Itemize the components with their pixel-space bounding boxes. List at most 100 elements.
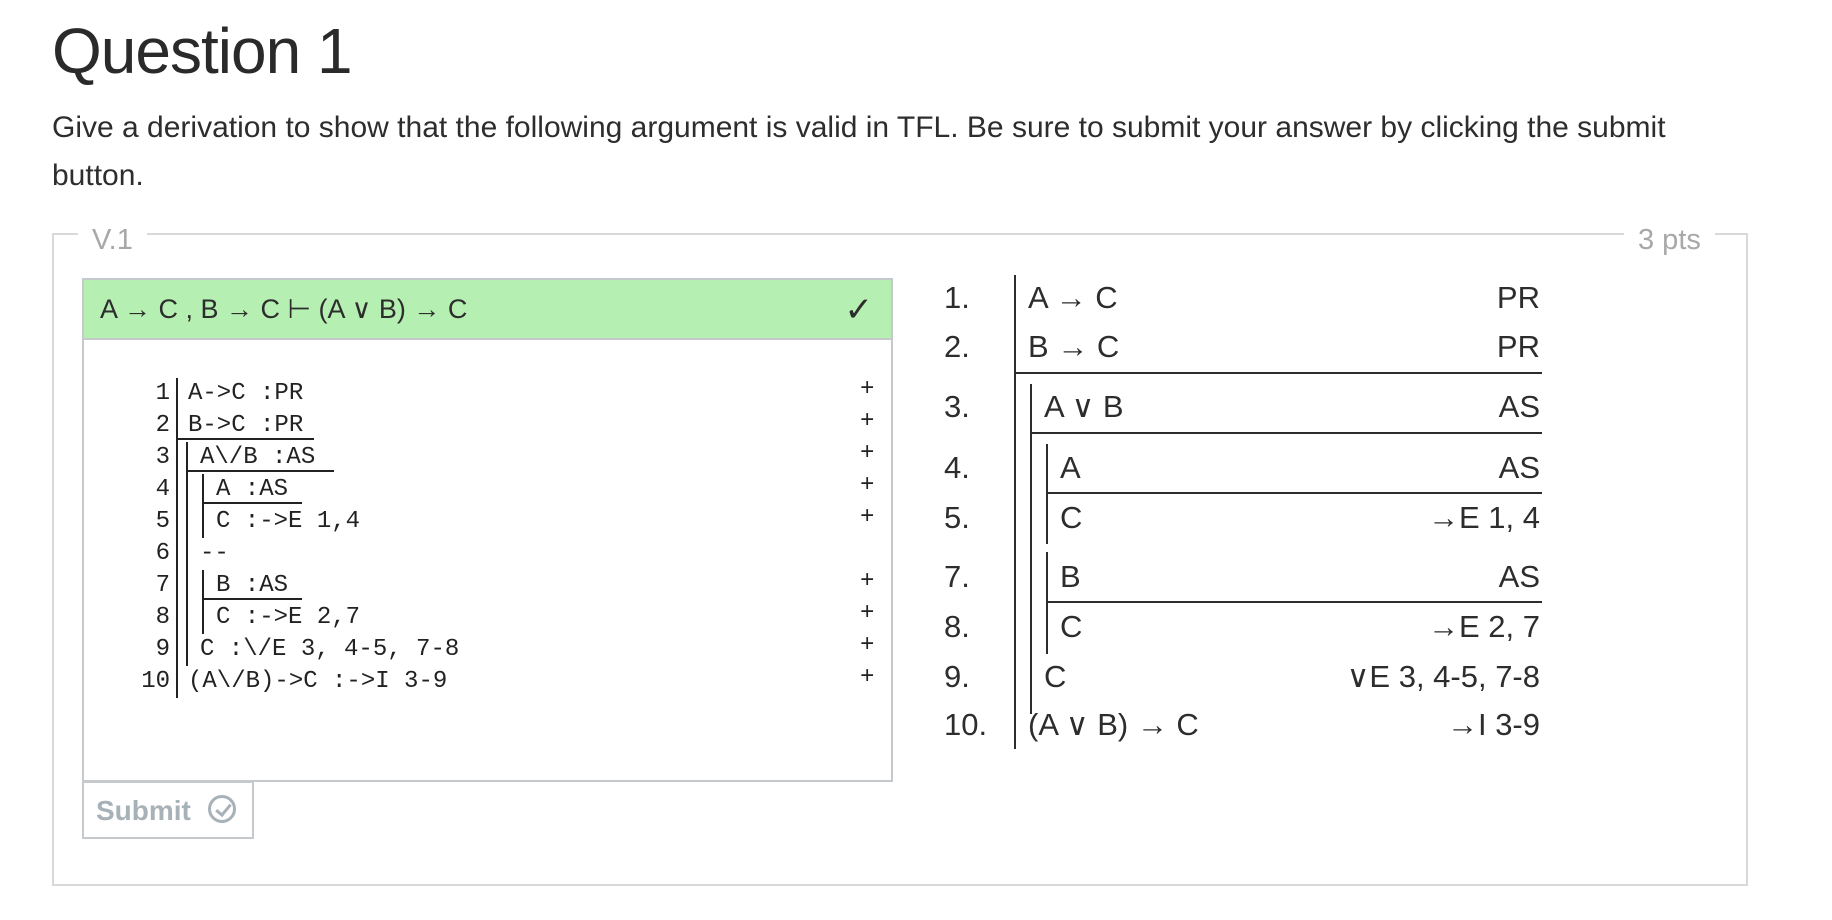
- sequent-header: A → C , B → C ⊢ (A ∨ B) → C ✓: [84, 280, 891, 340]
- row-justification: PR: [1496, 329, 1540, 364]
- line-text[interactable]: (A\/B)->C :->I 3-9: [188, 668, 447, 695]
- line-text[interactable]: --: [200, 540, 229, 567]
- proof-line[interactable]: 3 A\/B :AS: [30, 442, 730, 474]
- proof-line[interactable]: 4 A :AS: [30, 474, 730, 506]
- proof-line[interactable]: 2 B->C :PR: [30, 410, 730, 442]
- row-justification: →I 3-9: [1446, 707, 1540, 742]
- proof-line[interactable]: 5 C :->E 1,4: [30, 506, 730, 538]
- line-number: 9: [155, 636, 170, 663]
- line-text[interactable]: B :AS: [216, 572, 288, 599]
- add-line-button[interactable]: +: [860, 440, 874, 467]
- proof-line[interactable]: 6 --: [30, 538, 730, 570]
- scope-bar: [176, 378, 178, 410]
- assumption-line: [1046, 601, 1542, 603]
- add-line-button[interactable]: +: [860, 408, 874, 435]
- proof-line[interactable]: 8 C :->E 2,7: [30, 602, 730, 634]
- assumption-underline: [204, 598, 302, 600]
- scope-bar: [176, 602, 178, 634]
- assumption-underline: [204, 502, 302, 504]
- scope-bar: [176, 570, 178, 602]
- line-text[interactable]: A :AS: [216, 476, 288, 503]
- scope-bar: [186, 602, 188, 634]
- row-number: 10.: [944, 707, 988, 742]
- line-number: 4: [155, 476, 170, 503]
- submit-button[interactable]: Submit: [82, 781, 254, 839]
- submit-label: Submit: [96, 795, 191, 826]
- row-formula: A → C: [1028, 280, 1118, 315]
- row-number: 2.: [944, 329, 970, 364]
- row-number: 8.: [944, 609, 970, 644]
- scope-bar: [176, 474, 178, 506]
- row-justification: ∨E 3, 4-5, 7-8: [1346, 659, 1540, 694]
- premise-line: [1014, 372, 1542, 374]
- sequent: A → C , B → C ⊢ (A ∨ B) → C: [100, 294, 468, 324]
- line-number: 7: [155, 572, 170, 599]
- add-line-button[interactable]: +: [860, 504, 874, 531]
- row-number: 5.: [944, 500, 970, 535]
- line-text[interactable]: C :\/E 3, 4-5, 7-8: [200, 636, 459, 663]
- row-formula: A: [1060, 450, 1081, 485]
- add-line-button[interactable]: +: [860, 472, 874, 499]
- row-formula: (A ∨ B) → C: [1028, 707, 1199, 742]
- row-number: 7.: [944, 559, 970, 594]
- add-line-button[interactable]: +: [860, 664, 874, 691]
- add-line-button[interactable]: +: [860, 600, 874, 627]
- question-title: Question 1: [52, 15, 353, 87]
- scope-bar: [186, 538, 188, 570]
- assumption-underline: [188, 470, 334, 472]
- row-justification: AS: [1498, 389, 1540, 424]
- row-number: 4.: [944, 450, 970, 485]
- line-number: 3: [155, 444, 170, 471]
- scope-bar: [176, 666, 178, 698]
- scope-bar: [186, 634, 188, 666]
- premise-underline: [178, 438, 314, 440]
- line-number: 1: [155, 380, 170, 407]
- add-line-button[interactable]: +: [860, 376, 874, 403]
- scope-bar: [176, 442, 178, 474]
- scope-bar: [186, 474, 188, 506]
- check-icon: ✓: [844, 291, 874, 329]
- question-text: Give a derivation to show that the follo…: [52, 111, 1666, 192]
- line-number: 2: [155, 412, 170, 439]
- scope-bar: [186, 570, 188, 602]
- points-label: 3 pts: [1624, 224, 1715, 257]
- line-number: 6: [155, 540, 170, 567]
- row-formula: A ∨ B: [1044, 389, 1124, 424]
- scope-bar: [1046, 444, 1048, 544]
- proof-line[interactable]: 10 (A\/B)->C :->I 3-9: [30, 666, 730, 698]
- scope-bar: [176, 634, 178, 666]
- assumption-line: [1030, 432, 1542, 434]
- row-justification: →E 1, 4: [1428, 500, 1540, 535]
- check-circle-icon: [208, 795, 236, 823]
- scope-bar: [186, 506, 188, 538]
- line-number: 5: [155, 508, 170, 535]
- row-justification: PR: [1496, 280, 1540, 315]
- row-formula: C: [1060, 500, 1083, 535]
- proof-line[interactable]: 7 B :AS: [30, 570, 730, 602]
- version-label: V.1: [78, 224, 147, 257]
- row-number: 3.: [944, 389, 970, 424]
- add-line-button[interactable]: +: [860, 568, 874, 595]
- line-text[interactable]: C :->E 2,7: [216, 604, 360, 631]
- row-formula: B: [1060, 559, 1081, 594]
- row-formula: B → C: [1028, 329, 1120, 364]
- line-number: 8: [155, 604, 170, 631]
- assumption-line: [1046, 492, 1542, 494]
- add-line-button[interactable]: +: [860, 632, 874, 659]
- line-text[interactable]: B->C :PR: [188, 412, 303, 439]
- line-text[interactable]: C :->E 1,4: [216, 508, 360, 535]
- proof-line[interactable]: 1 A->C :PR: [30, 378, 730, 410]
- scope-bar: [176, 538, 178, 570]
- row-justification: →E 2, 7: [1428, 609, 1540, 644]
- line-number: 10: [141, 668, 170, 695]
- row-justification: AS: [1498, 559, 1540, 594]
- row-formula: C: [1044, 659, 1067, 694]
- row-number: 9.: [944, 659, 970, 694]
- row-number: 1.: [944, 280, 970, 315]
- line-text[interactable]: A->C :PR: [188, 380, 303, 407]
- proof-line[interactable]: 9 C :\/E 3, 4-5, 7-8: [30, 634, 730, 666]
- row-formula: C: [1060, 609, 1083, 644]
- line-text[interactable]: A\/B :AS: [200, 444, 315, 471]
- scope-bar: [202, 506, 204, 538]
- scope-bar: [202, 602, 204, 634]
